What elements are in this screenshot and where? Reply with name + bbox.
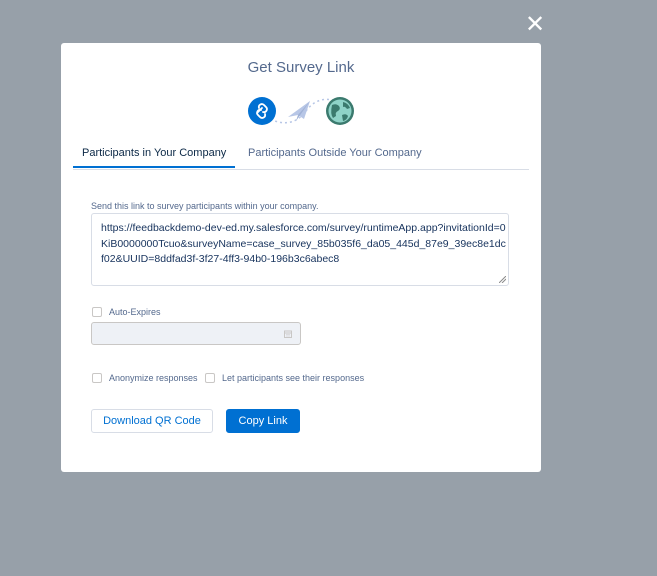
anonymize-label: Anonymize responses [109, 373, 198, 383]
auto-expires-checkbox[interactable] [92, 307, 102, 317]
modal-title: Get Survey Link [247, 59, 355, 76]
help-text: Send this link to survey participants wi… [91, 201, 319, 211]
survey-link-text: https://feedbackdemo-dev-ed.my.salesforc… [101, 222, 506, 265]
globe-icon [326, 97, 354, 125]
anonymize-checkbox[interactable] [92, 373, 102, 383]
hero-illustration [248, 97, 354, 125]
auto-expires-label: Auto-Expires [109, 307, 161, 317]
survey-link-modal: Get Survey Link Participants in Your Com… [61, 43, 541, 472]
resize-handle-icon[interactable] [499, 276, 506, 283]
expiration-date-input [91, 322, 301, 345]
close-modal-button[interactable]: ✕ [524, 13, 546, 37]
download-qr-code-button[interactable]: Download QR Code [91, 409, 213, 433]
link-icon [248, 97, 276, 125]
calendar-icon [284, 330, 292, 338]
tab-participants-outside-company[interactable]: Participants Outside Your Company [248, 147, 422, 167]
tab-bar: Participants in Your Company Participant… [73, 141, 529, 170]
tab-participants-in-company[interactable]: Participants in Your Company [73, 147, 236, 168]
see-responses-label: Let participants see their responses [222, 373, 365, 383]
copy-link-button[interactable]: Copy Link [226, 409, 300, 433]
survey-link-textarea[interactable]: https://feedbackdemo-dev-ed.my.salesforc… [91, 213, 509, 286]
see-responses-checkbox[interactable] [205, 373, 215, 383]
